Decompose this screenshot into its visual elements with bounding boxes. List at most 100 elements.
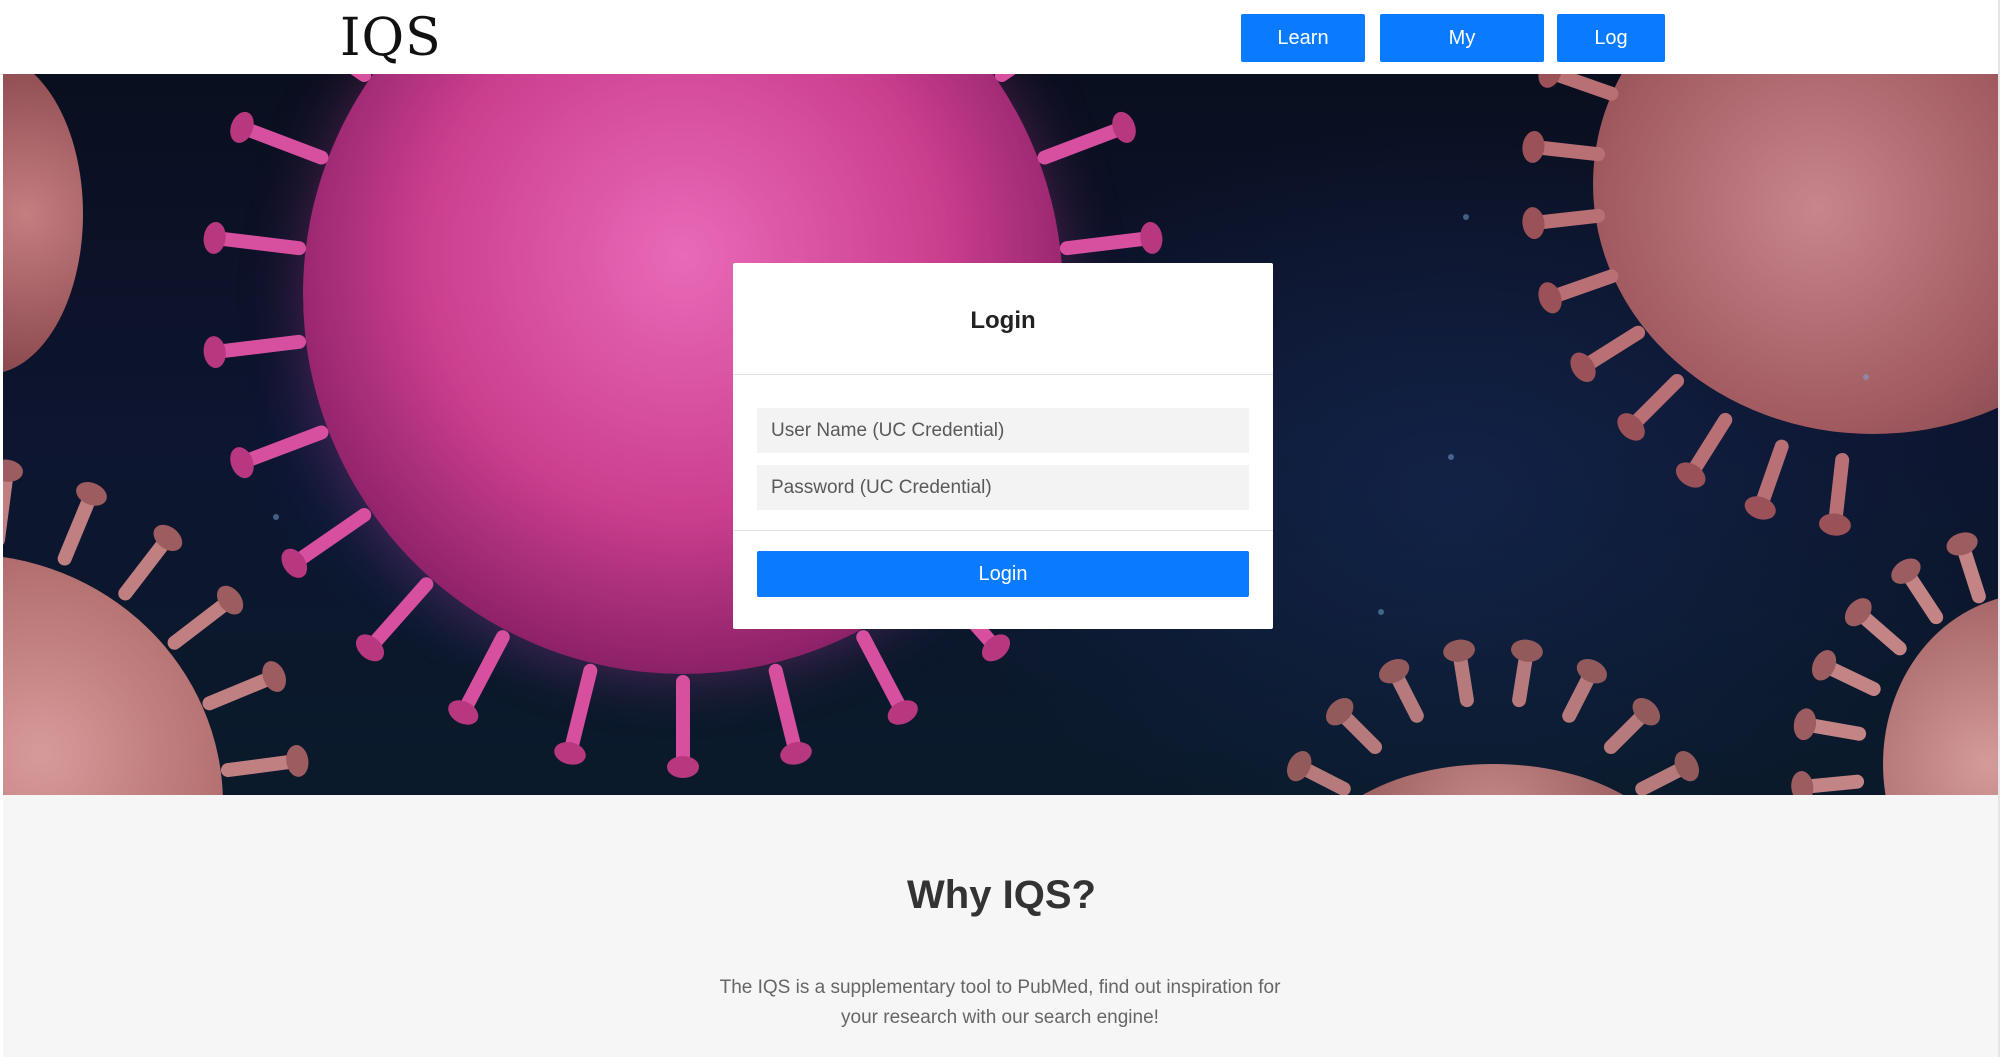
virus-spike [201,333,307,370]
why-description-line1: The IQS is a supplementary tool to PubMe… [719,977,1281,998]
virus-illustration-bottom-right [1883,594,2000,795]
virus-spike-cap [1108,108,1141,147]
virus-spike [991,74,1078,85]
virus-spike [225,423,331,482]
virus-spike-cap [1375,654,1414,689]
particle-dot [1378,609,1384,615]
virus-spike [1375,654,1427,726]
virus-spike-cap [551,738,589,768]
virus-spike-cap [1520,129,1546,164]
virus-spike [1790,707,1867,743]
virus-spike-cap [284,743,311,779]
virus-spike-cap [72,477,111,510]
login-title: Login [733,263,1273,375]
virus-illustration-bottom [1313,764,1673,795]
username-input[interactable] [757,408,1249,453]
virus-spike-cap [1138,220,1165,256]
virus-spike [1520,206,1606,241]
card-divider [733,530,1273,531]
virus-spike-cap [201,220,228,256]
virus-spike [276,505,375,583]
virus-spike-cap [225,443,258,482]
virus-spike [1839,593,1910,659]
virus-spike [667,675,699,778]
virus-spike-cap [1789,770,1815,795]
virus-spike-cap [667,756,699,778]
particle-dot [1448,454,1454,460]
virus-illustration-left [3,554,223,795]
virus-spike [767,662,815,768]
virus-spike-cap [148,519,188,557]
virus-spike [115,519,188,603]
virus-spike [225,108,331,167]
virus-spike-cap [1441,637,1477,665]
virus-spike [1059,220,1165,257]
hero-virus-background: Login Login [3,74,2000,795]
login-card: Login Login [733,263,1273,629]
virus-spike [853,628,922,731]
virus-spike-cap [225,108,258,147]
virus-spike-cap [1806,645,1841,685]
virus-spike [219,743,311,779]
virus-spike-cap [1943,528,1981,560]
virus-spike [1035,108,1141,167]
virus-spike [1534,267,1621,317]
virus-spike-cap [1839,593,1878,632]
top-header: IQS Learn IQS My Repository Log Out [0,0,2000,97]
virus-spike-cap [1741,492,1779,524]
why-iqs-section: Why IQS? The IQS is a supplementary tool… [3,795,2000,1057]
virus-spike [350,574,437,668]
my-repository-button[interactable]: My Repository [1380,14,1544,97]
virus-spike-cap [1612,407,1651,446]
virus-spike-cap [1817,512,1852,538]
virus-spike [288,74,375,85]
virus-spike [1520,129,1606,164]
virus-illustration-left-top [3,74,83,374]
virus-spike [1943,528,1988,606]
virus-spike [1612,370,1688,446]
virus-spike-cap [1627,692,1666,731]
virus-spike [1632,747,1704,795]
virus-spike-cap [444,695,483,731]
login-submit-button[interactable]: Login [757,551,1249,597]
virus-spike-cap [350,629,390,668]
virus-spike [1601,692,1666,757]
virus-spike-cap [1572,654,1611,689]
virus-spike-cap [201,334,228,370]
virus-spike-cap [1534,74,1566,91]
virus-illustration-right [1593,74,2000,434]
virus-spike [201,220,307,257]
particle-dot [273,514,279,520]
virus-spike [56,477,111,568]
virus-spike-cap [1282,747,1317,786]
virus-spike [1817,452,1852,538]
virus-spike [3,457,25,549]
particle-dot [1463,214,1469,220]
virus-spike [1509,637,1545,709]
virus-spike [1741,437,1791,524]
particle-dot [1863,374,1869,380]
virus-spike [1534,74,1621,103]
password-input[interactable] [757,465,1249,510]
virus-spike-cap [3,457,25,484]
log-out-button[interactable]: Log Out [1557,14,1665,97]
virus-spike [1320,692,1385,757]
virus-spike [1789,770,1865,795]
virus-spike [444,628,513,731]
virus-spike [1282,747,1354,795]
virus-spike-cap [276,543,313,583]
virus-spike [1559,654,1611,726]
virus-spike-cap [1790,707,1819,743]
why-heading: Why IQS? [907,873,1096,917]
virus-spike [1565,322,1649,387]
virus-spike-cap [1509,637,1545,665]
virus-spike [1671,409,1736,493]
iqs-logo[interactable]: IQS [340,8,442,68]
virus-spike-cap [1565,347,1602,387]
virus-spike-cap [1886,553,1925,590]
virus-spike [165,580,249,653]
learn-iqs-button[interactable]: Learn IQS [1241,14,1365,97]
virus-spike-cap [883,695,922,731]
virus-spike-cap [777,738,815,768]
virus-spike [1886,553,1946,627]
